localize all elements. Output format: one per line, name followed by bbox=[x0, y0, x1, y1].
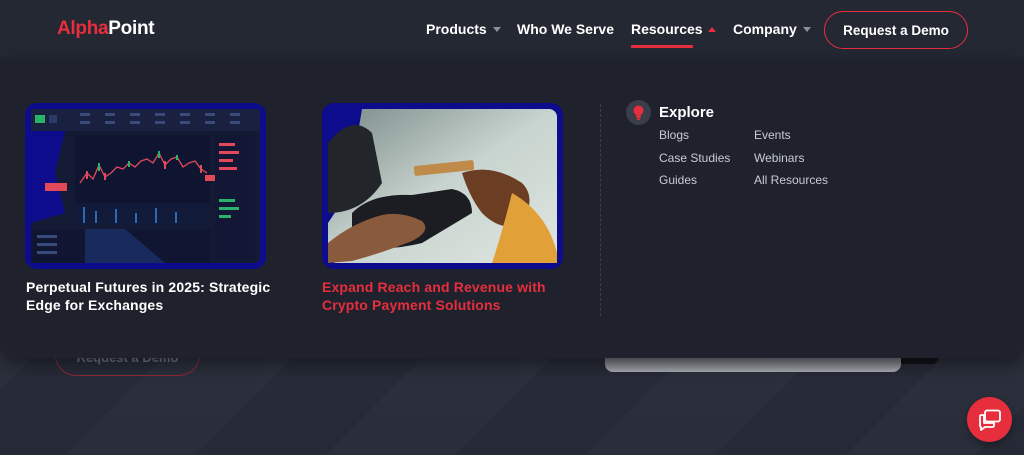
nav-company[interactable]: Company bbox=[733, 21, 797, 37]
nav-active-underline bbox=[631, 45, 693, 48]
site-header: AlphaPoint Products Who We Serve Resourc… bbox=[0, 0, 1024, 60]
logo-point: Point bbox=[108, 18, 155, 39]
link-webinars[interactable]: Webinars bbox=[754, 151, 804, 165]
explore-heading: Explore bbox=[659, 104, 715, 121]
card-title-crypto-payments[interactable]: Expand Reach and Revenue with Crypto Pay… bbox=[322, 278, 592, 314]
nav-resources[interactable]: Resources bbox=[631, 21, 703, 37]
link-case-studies[interactable]: Case Studies bbox=[659, 151, 730, 165]
payment-terminal-image bbox=[328, 109, 557, 263]
link-events[interactable]: Events bbox=[754, 128, 791, 142]
nav-who-we-serve[interactable]: Who We Serve bbox=[517, 21, 614, 37]
card-title-perpetual-futures[interactable]: Perpetual Futures in 2025: Strategic Edg… bbox=[26, 278, 296, 314]
link-blogs[interactable]: Blogs bbox=[659, 128, 689, 142]
chevron-down-icon[interactable] bbox=[493, 27, 501, 32]
chevron-up-icon[interactable] bbox=[708, 27, 716, 32]
chat-bubbles-icon bbox=[978, 409, 1001, 431]
request-demo-button[interactable]: Request a Demo bbox=[824, 11, 968, 49]
link-guides[interactable]: Guides bbox=[659, 173, 697, 187]
logo-alpha: Alpha bbox=[57, 18, 109, 39]
resources-mega-menu: Perpetual Futures in 2025: Strategic Edg… bbox=[0, 60, 1024, 358]
trading-dashboard-image bbox=[31, 109, 260, 263]
lightbulb-icon bbox=[626, 100, 651, 125]
alphapoint-logo[interactable]: AlphaPoint bbox=[57, 18, 155, 40]
card-thumbnail-perpetual-futures[interactable] bbox=[25, 103, 266, 269]
link-all-resources[interactable]: All Resources bbox=[754, 173, 828, 187]
card-thumbnail-crypto-payments[interactable] bbox=[322, 103, 563, 269]
nav-products[interactable]: Products bbox=[426, 21, 487, 37]
chat-button[interactable] bbox=[967, 397, 1012, 442]
menu-divider bbox=[600, 104, 601, 316]
chevron-down-icon[interactable] bbox=[803, 27, 811, 32]
